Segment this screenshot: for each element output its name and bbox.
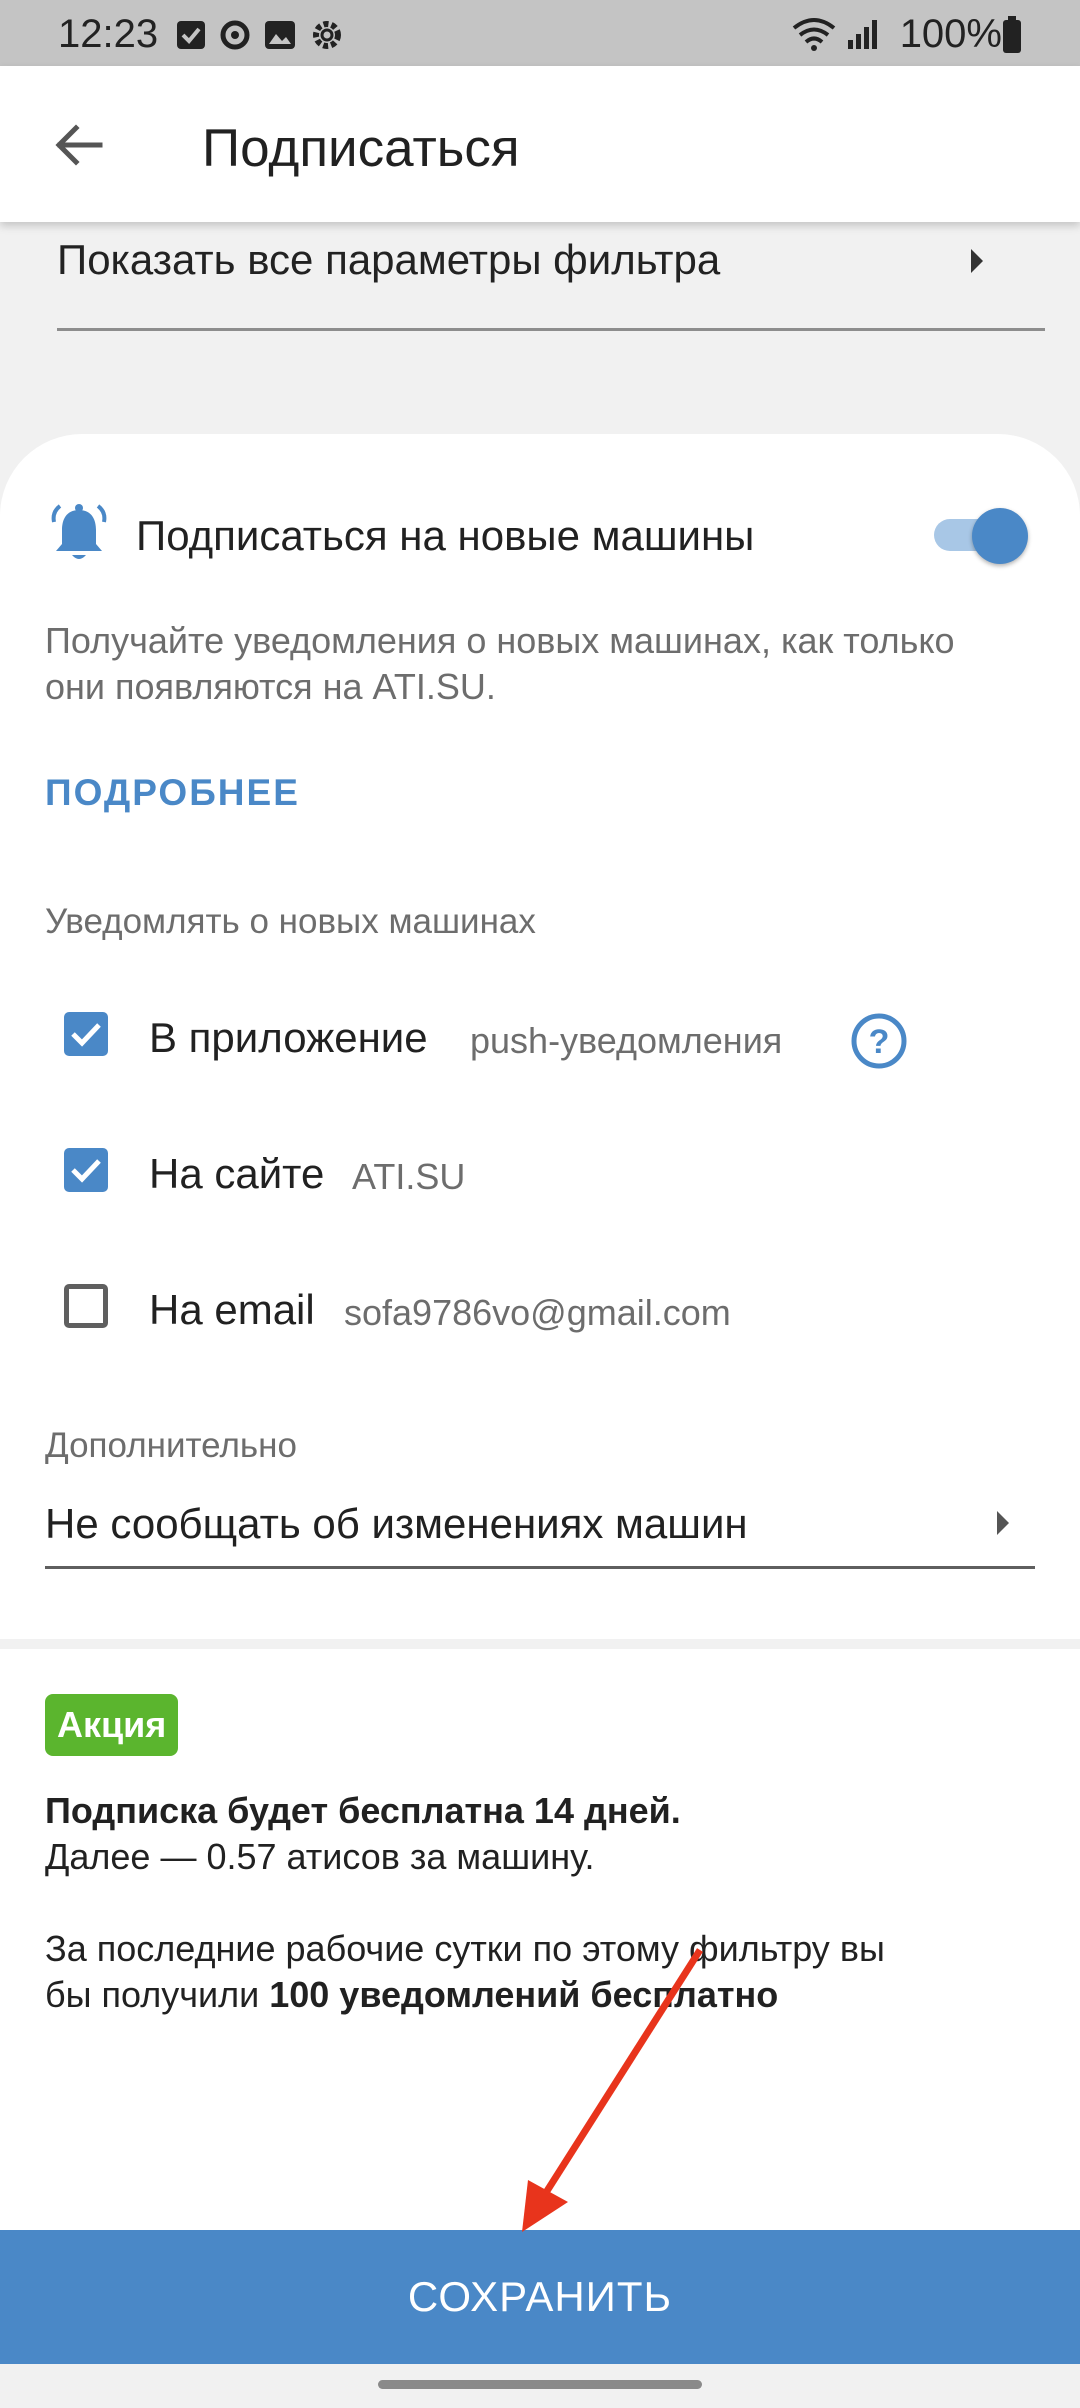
chevron-right-icon	[971, 249, 983, 273]
app-bar: Подписаться	[0, 66, 1080, 222]
extra-underline	[45, 1566, 1035, 1569]
option-site[interactable]: На сайте ATI.SU	[40, 1136, 980, 1216]
option-email-label: На email	[149, 1286, 315, 1333]
wifi-icon	[792, 18, 836, 51]
promo-line2: Далее — 0.57 атисов за машину.	[45, 1836, 595, 1877]
option-app-label: В приложение	[149, 1014, 428, 1061]
svg-text:?: ?	[869, 1023, 890, 1061]
page-title: Подписаться	[202, 119, 520, 178]
status-time: 12:23	[58, 12, 159, 56]
filter-underline	[57, 328, 1045, 331]
bell-icon	[51, 504, 107, 559]
checkbox-email[interactable]	[64, 1284, 108, 1328]
promo-badge: Акция	[45, 1694, 179, 1756]
option-app[interactable]: В приложение push-уведомления	[40, 1000, 980, 1080]
checkbox-site[interactable]	[64, 1148, 108, 1192]
sync-icon	[220, 20, 250, 50]
annotation-arrow	[522, 1948, 703, 2232]
notify-section-label: Уведомлять о новых машинах	[45, 902, 536, 941]
subscribe-description: Получайте уведомления о новых машинах, к…	[45, 620, 955, 707]
checkmark-icon	[71, 1023, 101, 1047]
help-icon[interactable]: ?	[850, 1012, 908, 1070]
save-button[interactable]: СОХРАНИТЬ	[0, 2230, 1080, 2364]
status-bar: 12:23 100%	[0, 0, 1080, 66]
option-app-hint: push-уведомления	[470, 1020, 783, 1061]
option-email-hint: sofa9786vo@gmail.com	[344, 1292, 731, 1333]
toggle-thumb	[972, 508, 1028, 564]
promo-line1: Подписка будет бесплатна 14 дней.	[45, 1790, 681, 1831]
subscribe-toggle[interactable]	[934, 508, 1028, 564]
more-link[interactable]: ПОДРОБНЕЕ	[45, 772, 300, 814]
option-site-hint: ATI.SU	[352, 1156, 466, 1197]
signal-icon	[848, 20, 877, 49]
home-gesture-pill[interactable]	[378, 2380, 702, 2389]
promo-line4-prefix: бы получили	[45, 1974, 260, 2015]
battery-percent: 100%	[899, 12, 1002, 56]
settings-icon	[313, 21, 341, 49]
option-email[interactable]: На email sofa9786vo@gmail.com	[40, 1272, 980, 1352]
checkmark-icon	[71, 1159, 101, 1183]
extra-value: Не сообщать об изменениях машин	[45, 1500, 748, 1547]
checkbox-app[interactable]	[64, 1012, 108, 1056]
filter-row-label: Показать все параметры фильтра	[57, 236, 721, 283]
option-site-label: На сайте	[149, 1150, 325, 1197]
battery-icon	[1003, 16, 1021, 53]
chevron-right-icon	[997, 1511, 1009, 1535]
image-icon	[265, 21, 295, 49]
checkbox-notification-icon	[177, 21, 205, 49]
extra-label: Дополнительно	[45, 1426, 297, 1465]
arrow-back-icon[interactable]	[54, 122, 104, 168]
subscribe-title: Подписаться на новые машины	[136, 512, 755, 559]
